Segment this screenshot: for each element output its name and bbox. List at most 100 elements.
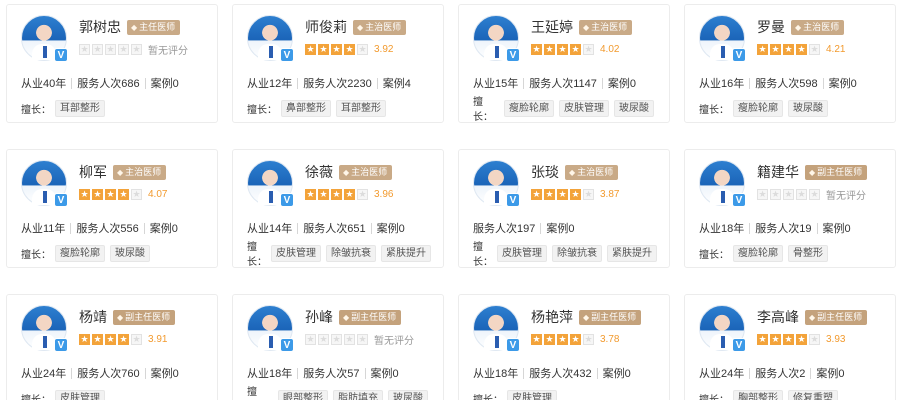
doctor-avatar[interactable]: V [247,305,294,352]
specialty-tag[interactable]: 玻尿酸 [614,99,654,117]
doctor-card[interactable]: V 杨靖 ◆ 副主任医师 ★ ★ ★ ★ ★ 3.91 从业24年 服务人次760 案例0 擅… [6,294,218,400]
rating-stars: ★ ★ ★ ★ ★ [757,188,822,200]
specialty-tag[interactable]: 瘦脸轮廓 [733,99,783,117]
star-icon: ★ [570,43,581,55]
avatar-tie [721,191,725,203]
doctor-avatar[interactable]: V [699,15,746,62]
doctor-avatar[interactable]: V [247,160,294,207]
specialty-tag[interactable]: 除皱抗衰 [552,244,602,262]
doctor-card[interactable]: V 李高峰 ◆ 副主任医师 ★ ★ ★ ★ ★ 3.93 从业24年 服务人次2 案例0 擅长… [684,294,896,400]
star-icon: ★ [92,188,103,200]
rating-stars: ★ ★ ★ ★ ★ [305,188,370,200]
doctor-avatar[interactable]: V [21,15,68,62]
specialty-tag[interactable]: 脂肪填充 [333,389,383,400]
title-badge: ◆ 副主任医师 [579,309,642,325]
specialty-tag[interactable]: 皮肤管理 [271,244,321,262]
doctor-card[interactable]: V 师俊莉 ◆ 主治医师 ★ ★ ★ ★ ★ 3.92 从业12年 服务人次2230 案例4 … [232,4,444,123]
doctor-name[interactable]: 孙峰 [305,307,333,327]
doctor-avatar[interactable]: V [473,305,520,352]
doctor-name[interactable]: 张琰 [531,162,559,182]
verified-icon: V [732,48,746,62]
doctor-avatar[interactable]: V [21,160,68,207]
doctor-stat: 案例0 [370,368,399,380]
star-icon: ★ [357,333,368,345]
doctor-avatar[interactable]: V [247,15,294,62]
stat-divider [523,77,525,89]
star-icon: ★ [557,188,568,200]
specialty-tag[interactable]: 玻尿酸 [388,389,428,400]
doctor-card[interactable]: V 郭树忠 ◆ 主任医师 ★ ★ ★ ★ ★ 暂无评分 从业40年 服务人次686 案例0 擅… [6,4,218,123]
doctor-stats: 从业18年 服务人次19 案例0 [699,220,885,236]
doctor-avatar[interactable]: V [473,15,520,62]
specialty-tag[interactable]: 皮肤管理 [507,389,557,400]
star-icon: ★ [544,333,555,345]
stat-divider [816,222,818,234]
star-icon: ★ [544,43,555,55]
stat-divider [376,77,378,89]
specialty-tag[interactable]: 耳部整形 [336,99,386,117]
doctor-avatar[interactable]: V [21,305,68,352]
specialty-tag[interactable]: 紧肤提升 [381,244,431,262]
specialty-tag[interactable]: 玻尿酸 [788,99,828,117]
doctor-name[interactable]: 罗曼 [757,17,785,37]
doctor-stat: 案例0 [816,368,845,380]
doctor-name[interactable]: 杨靖 [79,307,107,327]
doctor-card[interactable]: V 杨艳萍 ◆ 副主任医师 ★ ★ ★ ★ ★ 3.78 从业18年 服务人次432 案例0 … [458,294,670,400]
stat-divider [749,222,751,234]
verified-icon: V [280,338,294,352]
doctor-name[interactable]: 籍建华 [757,162,799,182]
doctor-name[interactable]: 王延婷 [531,17,573,37]
doctor-stat: 从业15年 [473,78,519,90]
badge-star-icon: ◆ [809,167,816,177]
doctor-stat: 从业12年 [247,78,293,90]
star-icon: ★ [92,43,103,55]
rating-stars: ★ ★ ★ ★ ★ [305,43,370,55]
rating-score: 3.93 [826,333,846,345]
doctor-card[interactable]: V 孙峰 ◆副主任医师 ★★★★★ 暂无评分 从业18年服务人次57案例0 擅长… [232,294,444,400]
doctor-card[interactable]: V 王延婷 ◆ 主治医师 ★ ★ ★ ★ ★ 4.02 从业15年 服务人次1147 案例0 … [458,4,670,123]
doctor-card[interactable]: V 籍建华 ◆ 副主任医师 ★ ★ ★ ★ ★ 暂无评分 从业18年 服务人次19 案例0 擅… [684,149,896,268]
star-icon: ★ [783,188,794,200]
doctor-card[interactable]: V 柳军 ◆ 主治医师 ★ ★ ★ ★ ★ 4.07 从业11年 服务人次556 案例0 擅长… [6,149,218,268]
specialty-tag[interactable]: 鼻部整形 [281,99,331,117]
rating-row: ★ ★ ★ ★ ★ 4.07 [79,186,167,202]
star-icon: ★ [344,188,355,200]
doctor-name[interactable]: 师俊莉 [305,17,347,37]
star-icon: ★ [79,333,90,345]
doctor-name[interactable]: 李高峰 [757,307,799,327]
rating-row: ★ ★ ★ ★ ★ 暂无评分 [79,41,188,57]
doctor-stat: 从业16年 [699,78,745,90]
specialty-tag[interactable]: 皮肤管理 [559,99,609,117]
specialty-tag[interactable]: 耳部整形 [55,99,105,117]
doctor-stat: 案例0 [546,223,575,235]
specialty-tag[interactable]: 除皱抗衰 [326,244,376,262]
specialty-tag[interactable]: 瘦脸轮廓 [504,99,554,117]
doctor-stat: 服务人次197 [473,223,536,235]
doctor-name[interactable]: 柳军 [79,162,107,182]
doctor-avatar[interactable]: V [699,160,746,207]
specialty-tag[interactable]: 骨整形 [788,244,828,262]
specialty-tag[interactable]: 玻尿酸 [110,244,150,262]
doctor-name[interactable]: 徐薇 [305,162,333,182]
specialty-tag[interactable]: 胸部整形 [733,389,783,400]
doctor-name[interactable]: 郭树忠 [79,17,121,37]
doctor-avatar[interactable]: V [699,305,746,352]
doctor-card[interactable]: V 罗曼 ◆ 主治医师 ★ ★ ★ ★ ★ 4.21 从业16年 服务人次598 案例0 擅长… [684,4,896,123]
tags-label: 擅长： [473,394,503,400]
specialty-tag[interactable]: 瘦脸轮廓 [733,244,783,262]
doctor-stat: 从业40年 [21,78,67,90]
doctor-card[interactable]: V 张琰 ◆ 主治医师 ★ ★ ★ ★ ★ 3.87 服务人次197 案例0 擅长： 皮肤管理… [458,149,670,268]
title-text: 副主任医师 [817,166,863,177]
specialty-tag[interactable]: 眼部整形 [278,389,328,400]
specialty-tag[interactable]: 皮肤管理 [55,389,105,400]
doctor-name[interactable]: 杨艳萍 [531,307,573,327]
specialty-tag[interactable]: 皮肤管理 [497,244,547,262]
doctor-avatar[interactable]: V [473,160,520,207]
rating-row: ★ ★ ★ ★ ★ 暂无评分 [305,331,414,347]
doctor-card[interactable]: V 徐薇 ◆ 主治医师 ★ ★ ★ ★ ★ 3.96 从业14年 服务人次651 案例0 擅长… [232,149,444,268]
specialty-tag[interactable]: 瘦脸轮廓 [55,244,105,262]
specialty-tag[interactable]: 紧肤提升 [607,244,657,262]
specialty-tag[interactable]: 修复重塑 [788,389,838,400]
star-icon: ★ [118,333,129,345]
tags-label: 擅长： [699,394,729,400]
